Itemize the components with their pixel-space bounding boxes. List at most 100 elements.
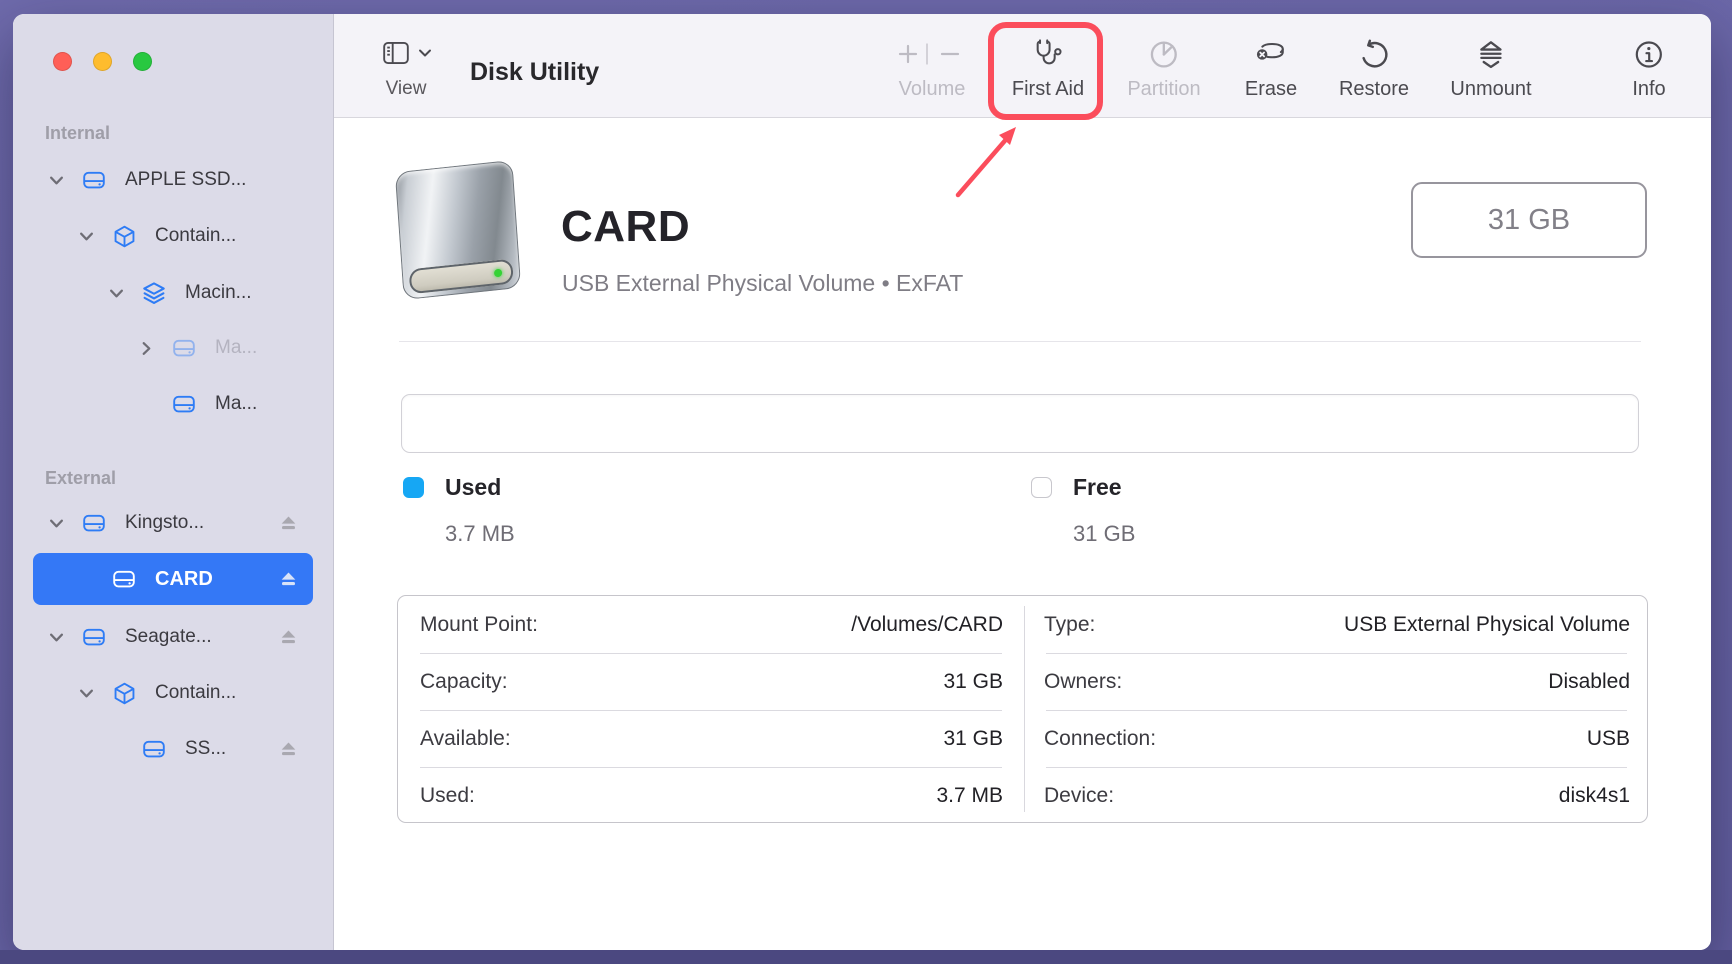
chevron-down-icon[interactable]: [45, 169, 67, 191]
sidebar-item-label: Ma...: [215, 393, 257, 415]
container-icon: [109, 680, 139, 706]
view-button-label: View: [370, 78, 442, 100]
disk-icon: [139, 736, 169, 762]
close-button[interactable]: [53, 52, 72, 71]
toolbar-button-erase[interactable]: Erase: [1245, 38, 1297, 101]
erase-disk-icon: [1254, 38, 1288, 70]
volume-stack-icon: [139, 280, 169, 306]
main-content: CARD USB External Physical Volume • ExFA…: [334, 118, 1711, 950]
sidebar-item-seagate[interactable]: Seagate...: [33, 618, 313, 656]
window-title: Disk Utility: [470, 58, 599, 87]
legend-free: Free 31 GB: [1031, 474, 1135, 547]
sidebar-item-contain[interactable]: Contain...: [33, 674, 313, 712]
toolbar-button-info[interactable]: Info: [1632, 38, 1665, 101]
size-badge: 31 GB: [1411, 182, 1647, 258]
eject-icon[interactable]: [277, 626, 299, 648]
toolbar-button-volume: Volume: [894, 38, 970, 101]
chevron-placeholder: [135, 393, 157, 415]
view-button[interactable]: View: [370, 36, 442, 100]
sidebar-section-title-internal: Internal: [45, 123, 110, 144]
details-table: Mount Point:/Volumes/CARDCapacity:31 GBA…: [397, 595, 1648, 823]
sidebar-section-title-external: External: [45, 468, 116, 489]
sidebar-item-label: Macin...: [185, 282, 252, 304]
sidebar-item-label: SS...: [185, 738, 226, 760]
toolbar-button-first-aid[interactable]: First Aid: [1012, 38, 1084, 101]
volume-title: CARD: [561, 202, 690, 252]
sidebar-item-label: Contain...: [155, 682, 236, 704]
toolbar-button-partition: Partition: [1127, 38, 1200, 101]
toolbar-button-label: Partition: [1127, 78, 1200, 101]
chevron-placeholder: [75, 568, 97, 590]
legend-used: Used 3.7 MB: [403, 474, 515, 547]
unmount-icon: [1476, 38, 1507, 70]
pie-chart-icon: [1149, 38, 1180, 70]
header-divider: [399, 341, 1641, 342]
zoom-button[interactable]: [133, 52, 152, 71]
sidebar-item-contain[interactable]: Contain...: [33, 217, 313, 255]
toolbar-button-label: Restore: [1339, 78, 1409, 101]
chevron-down-icon[interactable]: [45, 626, 67, 648]
table-row-divider: [420, 767, 1002, 768]
free-swatch: [1031, 477, 1052, 498]
external-drive-image: [395, 160, 521, 300]
detail-value-owners: Disabled: [398, 670, 1630, 694]
plus-minus-icon: [894, 38, 970, 70]
chevron-down-icon[interactable]: [105, 282, 127, 304]
sidebar-item-ss[interactable]: SS...: [33, 730, 313, 768]
table-row-divider: [1046, 767, 1627, 768]
minimize-button[interactable]: [93, 52, 112, 71]
sidebar-item-card[interactable]: CARD: [33, 553, 313, 605]
toolbar-button-label: Info: [1632, 78, 1665, 101]
eject-icon[interactable]: [277, 738, 299, 760]
legend-used-label: Used: [445, 474, 501, 501]
disk-icon: [79, 624, 109, 650]
disk-icon: [169, 335, 199, 361]
sidebar-item-label: Seagate...: [125, 626, 212, 648]
info-icon: [1633, 38, 1664, 70]
chevron-down-icon: [418, 48, 432, 58]
toolbar-button-unmount[interactable]: Unmount: [1450, 38, 1531, 101]
sidebar: Internal APPLE SSD... Contain... Macin... Ma…: [13, 14, 334, 950]
toolbar-button-label: First Aid: [1012, 78, 1084, 101]
toolbar-button-label: Unmount: [1450, 78, 1531, 101]
sidebar-item-label: CARD: [155, 568, 213, 591]
disk-utility-window: Internal APPLE SSD... Contain... Macin... Ma…: [13, 14, 1711, 950]
restore-arrow-icon: [1359, 38, 1390, 70]
chevron-placeholder: [105, 738, 127, 760]
legend-free-label: Free: [1073, 474, 1122, 501]
disk-icon: [79, 167, 109, 193]
sidebar-item-ma[interactable]: Ma...: [33, 385, 313, 423]
eject-icon[interactable]: [277, 512, 299, 534]
table-row-divider: [1046, 710, 1627, 711]
sidebar-item-label: Kingsto...: [125, 512, 204, 534]
disk-icon: [79, 510, 109, 536]
sidebar-item-label: Ma...: [215, 337, 257, 359]
detail-value-type: USB External Physical Volume: [398, 613, 1630, 637]
sidebar-item-label: APPLE SSD...: [125, 169, 246, 191]
sidebar-item-label: Contain...: [155, 225, 236, 247]
sidebar-panel-icon: [381, 40, 411, 66]
desktop-bottom-strip: [0, 950, 1732, 964]
chevron-right-icon[interactable]: [135, 337, 157, 359]
stethoscope-icon: [1031, 38, 1065, 70]
legend-free-value: 31 GB: [1073, 521, 1135, 547]
toolbar: View Disk Utility Volume First Aid Partiti…: [334, 14, 1711, 118]
sidebar-item-kingsto[interactable]: Kingsto...: [33, 504, 313, 542]
sidebar-item-ma[interactable]: Ma...: [33, 329, 313, 367]
detail-value-device: disk4s1: [398, 784, 1630, 808]
volume-subtitle: USB External Physical Volume • ExFAT: [562, 270, 963, 297]
table-row-divider: [420, 710, 1002, 711]
used-swatch: [403, 477, 424, 498]
table-row-divider: [1046, 653, 1627, 654]
sidebar-item-apple-ssd[interactable]: APPLE SSD...: [33, 161, 313, 199]
eject-icon[interactable]: [277, 568, 299, 590]
chevron-down-icon[interactable]: [45, 512, 67, 534]
chevron-down-icon[interactable]: [75, 225, 97, 247]
detail-value-connection: USB: [398, 727, 1630, 751]
toolbar-button-label: Volume: [899, 78, 966, 101]
traffic-lights: [53, 52, 152, 71]
disk-icon: [109, 566, 139, 592]
chevron-down-icon[interactable]: [75, 682, 97, 704]
sidebar-item-macin[interactable]: Macin...: [33, 274, 313, 312]
toolbar-button-restore[interactable]: Restore: [1339, 38, 1409, 101]
